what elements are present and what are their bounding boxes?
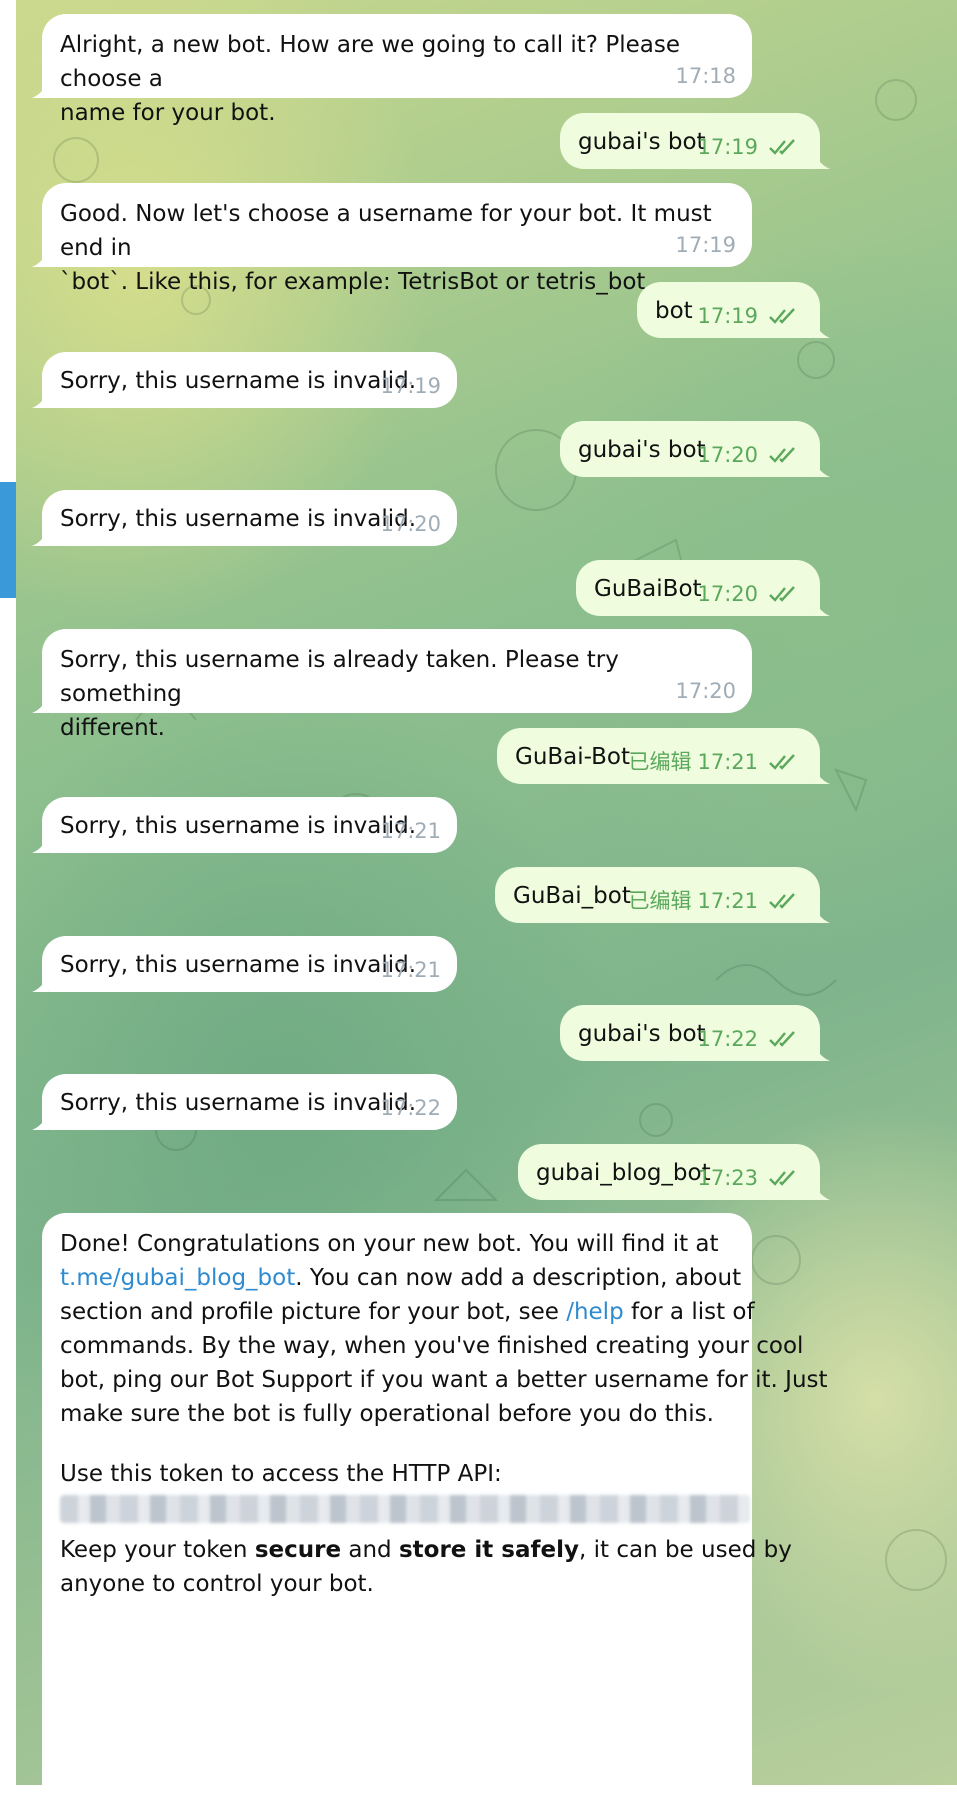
text-span: Done! Congratulations on your new bot. Y… <box>60 1231 719 1257</box>
bubble-tail-icon <box>814 1184 830 1200</box>
final-paragraph-1: Done! Congratulations on your new bot. Y… <box>60 1227 828 1431</box>
redacted-token[interactable] <box>60 1495 750 1523</box>
edited-label: 已编辑 <box>628 889 692 913</box>
bubble-tail-icon <box>32 697 48 713</box>
bold-text: store it safely <box>398 1537 579 1563</box>
text-span: Keep your token <box>60 1537 255 1563</box>
help-command-link[interactable]: /help <box>566 1299 623 1325</box>
bubble-tail-icon <box>32 976 48 992</box>
message-time: 17:23 <box>697 1166 758 1190</box>
bubble-tail-icon <box>32 1114 48 1130</box>
message-text: Good. Now let's choose a username for yo… <box>60 201 712 295</box>
message-outgoing[interactable]: bot 17:19 <box>637 282 830 338</box>
message-time: 17:19 <box>697 135 758 159</box>
message-time: 17:20 <box>675 679 736 703</box>
text-span: bot, ping our Bot Support if you want a … <box>60 1367 828 1393</box>
message-time: 17:20 <box>380 512 441 536</box>
text-span: section and profile picture for your bot… <box>60 1299 567 1325</box>
message-incoming[interactable]: Good. Now let's choose a username for yo… <box>32 183 752 295</box>
bubble-tail-icon <box>32 251 48 267</box>
double-check-icon <box>769 1031 795 1047</box>
message-time: 17:20 <box>697 582 758 606</box>
message-final[interactable]: Done! Congratulations on your new bot. Y… <box>42 1213 828 1813</box>
left-panel-edge <box>0 0 16 1785</box>
message-time: 17:21 <box>697 889 758 913</box>
bubble-tail-icon <box>814 600 830 616</box>
bubble-tail-icon <box>32 530 48 546</box>
text-span: . You can now add a description, about <box>295 1265 742 1291</box>
message-time: 17:19 <box>675 233 736 257</box>
message-outgoing[interactable]: gubai's bot 17:19 <box>560 113 830 169</box>
double-check-icon <box>769 139 795 155</box>
text-span: for a list of <box>623 1299 755 1325</box>
message-incoming[interactable]: Sorry, this username is invalid. 17:22 <box>32 1074 457 1130</box>
message-time: 17:19 <box>697 304 758 328</box>
text-span: commands. By the way, when you've finish… <box>60 1333 804 1359</box>
bubble-tail-icon <box>32 82 48 98</box>
text-span: , it can be used by <box>578 1537 792 1563</box>
message-incoming[interactable]: Sorry, this username is invalid. 17:21 <box>32 936 457 992</box>
double-check-icon <box>769 586 795 602</box>
message-incoming[interactable]: Alright, a new bot. How are we going to … <box>32 14 752 126</box>
double-check-icon <box>769 893 795 909</box>
token-intro: Use this token to access the HTTP API: <box>60 1461 502 1487</box>
double-check-icon <box>769 1170 795 1186</box>
double-check-icon <box>769 308 795 324</box>
message-outgoing[interactable]: gubai's bot 17:22 <box>560 1005 830 1061</box>
message-time: 17:18 <box>675 64 736 88</box>
bubble-tail-icon <box>814 322 830 338</box>
message-incoming[interactable]: Sorry, this username is invalid. 17:21 <box>32 797 457 853</box>
message-time: 17:21 <box>380 958 441 982</box>
bubble-tail-icon <box>814 461 830 477</box>
bold-text: secure <box>254 1537 342 1563</box>
double-check-icon <box>769 447 795 463</box>
bubble-tail-icon <box>32 837 48 853</box>
text-span: and <box>341 1537 399 1563</box>
message-outgoing[interactable]: gubai's bot 17:20 <box>560 421 830 477</box>
message-incoming[interactable]: Sorry, this username is invalid. 17:20 <box>32 490 457 546</box>
text-span: anyone to control your bot. <box>60 1571 374 1597</box>
message-time: 17:20 <box>697 443 758 467</box>
final-paragraph-3: Keep your token secure and store it safe… <box>60 1533 792 1601</box>
text-span: make sure the bot is fully operational b… <box>60 1401 714 1427</box>
double-check-icon <box>769 754 795 770</box>
message-incoming[interactable]: Sorry, this username is already taken. P… <box>32 629 752 741</box>
bot-link[interactable]: t.me/gubai_blog_bot <box>60 1265 295 1291</box>
message-time: 17:21 <box>380 819 441 843</box>
message-time: 17:22 <box>697 1027 758 1051</box>
message-outgoing[interactable]: gubai_blog_bot 17:23 <box>518 1144 830 1200</box>
message-time: 17:19 <box>380 374 441 398</box>
message-outgoing[interactable]: GuBai_bot 已编辑 17:21 <box>495 867 830 923</box>
message-time: 17:21 <box>697 750 758 774</box>
message-time: 17:22 <box>380 1096 441 1120</box>
message-outgoing[interactable]: GuBai-Bot 已编辑 17:21 <box>497 728 830 784</box>
bubble-tail-icon <box>814 907 830 923</box>
edited-label: 已编辑 <box>628 750 692 774</box>
bubble-tail-icon <box>814 1045 830 1061</box>
bubble-tail-icon <box>814 153 830 169</box>
message-outgoing[interactable]: GuBaiBot 17:20 <box>576 560 830 616</box>
message-incoming[interactable]: Sorry, this username is invalid. 17:19 <box>32 352 457 408</box>
chat-list-active-indicator <box>0 482 16 598</box>
bubble-tail-icon <box>814 768 830 784</box>
bubble-tail-icon <box>32 392 48 408</box>
